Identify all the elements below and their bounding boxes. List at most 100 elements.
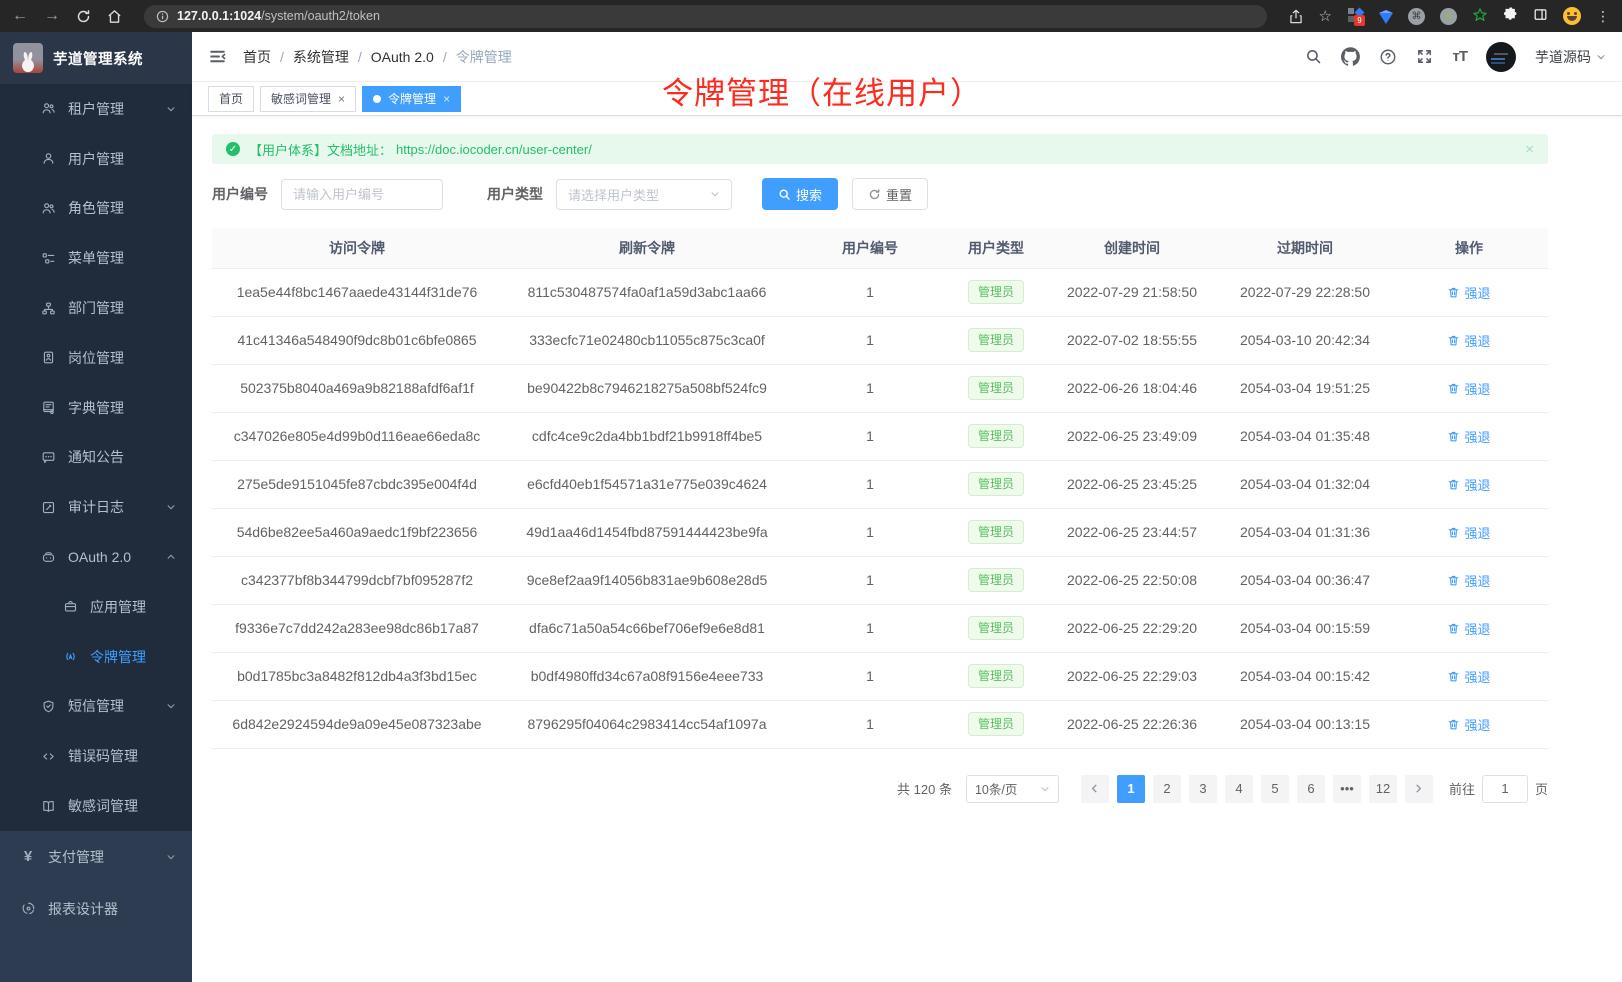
- reload-icon[interactable]: [76, 9, 91, 24]
- goto-label: 前往: [1449, 779, 1475, 798]
- forward-icon[interactable]: →: [44, 8, 60, 24]
- force-logout-button[interactable]: 强退: [1447, 379, 1490, 398]
- page-button[interactable]: 5: [1261, 775, 1289, 803]
- created-time-cell: 2022-06-26 18:04:46: [1044, 364, 1220, 412]
- sidebar-item[interactable]: 菜单管理: [0, 233, 192, 283]
- force-logout-button[interactable]: 强退: [1447, 283, 1490, 302]
- close-icon[interactable]: ×: [443, 92, 450, 106]
- page-button[interactable]: 6: [1297, 775, 1325, 803]
- share-icon[interactable]: [1289, 9, 1303, 24]
- force-logout-button[interactable]: 强退: [1447, 331, 1490, 350]
- doc-alert: ✓ 【用户体系】文档地址： https://doc.iocoder.cn/use…: [212, 134, 1548, 164]
- page-size-select[interactable]: 10条/页: [966, 775, 1059, 803]
- expire-time-cell: 2054-03-04 00:36:47: [1220, 556, 1390, 604]
- site-info-icon[interactable]: [156, 10, 169, 23]
- user-avatar[interactable]: [1486, 42, 1516, 72]
- browser-menu-icon[interactable]: ⋮: [1596, 9, 1610, 23]
- force-logout-button[interactable]: 强退: [1447, 475, 1490, 494]
- sidebar-item[interactable]: 审计日志: [0, 482, 192, 532]
- breadcrumb-item[interactable]: 首页: [243, 47, 271, 67]
- search-button[interactable]: 搜索: [762, 178, 838, 210]
- action-cell: 强退: [1390, 652, 1548, 700]
- table-row: b0d1785bc3a8482f812db4a3f3bd15ecb0df4980…: [212, 652, 1548, 700]
- app-logo-bar[interactable]: 芋道管理系统: [0, 32, 192, 84]
- page-button[interactable]: 3: [1189, 775, 1217, 803]
- force-logout-button[interactable]: 强退: [1447, 619, 1490, 638]
- page-button[interactable]: 1: [1117, 775, 1145, 803]
- profile-avatar-icon[interactable]: [1563, 7, 1581, 25]
- doc-link[interactable]: https://doc.iocoder.cn/user-center/: [396, 142, 592, 157]
- force-logout-button[interactable]: 强退: [1447, 667, 1490, 686]
- user-type-cell: 管理员: [948, 652, 1044, 700]
- tab-item[interactable]: 敏感词管理×: [260, 86, 356, 112]
- user-id-cell: 1: [792, 652, 948, 700]
- created-time-cell: 2022-06-25 23:45:25: [1044, 460, 1220, 508]
- user-type-select[interactable]: 请选择用户类型: [556, 179, 732, 210]
- force-logout-button[interactable]: 强退: [1447, 523, 1490, 542]
- roles-icon: [40, 201, 56, 216]
- fullscreen-icon[interactable]: [1416, 48, 1433, 65]
- created-time-cell: 2022-07-29 21:58:50: [1044, 268, 1220, 316]
- goto-page-input[interactable]: [1482, 775, 1528, 803]
- force-logout-button[interactable]: 强退: [1447, 715, 1490, 734]
- extension-puzzle-icon[interactable]: [1503, 7, 1518, 25]
- sidebar-item[interactable]: 应用管理: [0, 582, 192, 632]
- sidebar-item[interactable]: 租户管理: [0, 84, 192, 134]
- access-token-cell: 502375b8040a469a9b82188afdf6af1f: [212, 364, 502, 412]
- sidebar-item[interactable]: ¥支付管理: [0, 831, 192, 883]
- sidebar-item[interactable]: 角色管理: [0, 184, 192, 234]
- more-pages-button[interactable]: •••: [1333, 775, 1361, 803]
- bookmark-star-icon[interactable]: ☆: [1319, 7, 1332, 25]
- extension-gem-icon[interactable]: [1379, 13, 1393, 24]
- extension-blocks-icon[interactable]: 9: [1348, 8, 1364, 24]
- token-table: 访问令牌刷新令牌用户编号用户类型创建时间过期时间操作 1ea5e44f8bc14…: [212, 228, 1548, 749]
- sidebar-item[interactable]: 岗位管理: [0, 333, 192, 383]
- sidebar-item[interactable]: 短信管理: [0, 682, 192, 732]
- extension-dot-icon[interactable]: [1440, 8, 1457, 25]
- sidebar-item[interactable]: 用户管理: [0, 134, 192, 184]
- search-icon[interactable]: [1305, 48, 1322, 65]
- extension-star-icon[interactable]: [1472, 7, 1488, 26]
- hamburger-icon[interactable]: [208, 47, 227, 66]
- chevron-down-icon: [166, 701, 176, 711]
- page-button[interactable]: 4: [1225, 775, 1253, 803]
- next-page-button[interactable]: [1405, 775, 1433, 803]
- side-panel-icon[interactable]: [1533, 7, 1548, 25]
- home-icon[interactable]: [107, 9, 122, 24]
- tab-item[interactable]: 首页: [208, 86, 254, 112]
- table-row: 6d842e2924594de9a09e45e087323abe8796295f…: [212, 700, 1548, 748]
- sidebar-item[interactable]: OAuth 2.0: [0, 532, 192, 582]
- sidebar-item[interactable]: 令牌管理: [0, 632, 192, 682]
- breadcrumb-item[interactable]: 系统管理: [293, 47, 349, 67]
- sidebar-item[interactable]: 报表设计器: [0, 883, 192, 935]
- sidebar-item[interactable]: 通知公告: [0, 433, 192, 483]
- font-size-icon[interactable]: тT: [1452, 48, 1467, 65]
- user-menu[interactable]: 芋道源码: [1535, 47, 1606, 67]
- extension-command-icon[interactable]: ⌘: [1408, 8, 1425, 25]
- breadcrumb-item[interactable]: OAuth 2.0: [371, 49, 434, 65]
- dictionary-icon: [40, 400, 56, 415]
- reset-button[interactable]: 重置: [852, 178, 928, 210]
- breadcrumb: 首页/系统管理/OAuth 2.0/令牌管理: [243, 47, 512, 67]
- back-icon[interactable]: ←: [12, 8, 28, 24]
- user-id-input[interactable]: [281, 179, 443, 210]
- refresh-token-cell: 9ce8ef2aa9f14056b831ae9b608e28d5: [502, 556, 792, 604]
- prev-page-button[interactable]: [1081, 775, 1109, 803]
- created-time-cell: 2022-06-25 23:49:09: [1044, 412, 1220, 460]
- tab-active[interactable]: 令牌管理×: [362, 86, 461, 112]
- close-icon[interactable]: ×: [1525, 141, 1534, 158]
- force-logout-button[interactable]: 强退: [1447, 571, 1490, 590]
- help-icon[interactable]: [1379, 48, 1397, 66]
- close-icon[interactable]: ×: [338, 92, 345, 106]
- sidebar-item[interactable]: 错误码管理: [0, 731, 192, 781]
- page-button[interactable]: 12: [1369, 775, 1397, 803]
- github-icon[interactable]: [1341, 47, 1360, 66]
- user-id-cell: 1: [792, 700, 948, 748]
- sidebar-item[interactable]: 部门管理: [0, 283, 192, 333]
- sidebar-item[interactable]: 字典管理: [0, 383, 192, 433]
- browser-toolbar: ← → 127.0.0.1:1024/system/oauth2/token ☆…: [0, 0, 1622, 32]
- sidebar-item[interactable]: 敏感词管理: [0, 781, 192, 831]
- page-button[interactable]: 2: [1153, 775, 1181, 803]
- force-logout-button[interactable]: 强退: [1447, 427, 1490, 446]
- address-bar[interactable]: 127.0.0.1:1024/system/oauth2/token: [144, 5, 1267, 28]
